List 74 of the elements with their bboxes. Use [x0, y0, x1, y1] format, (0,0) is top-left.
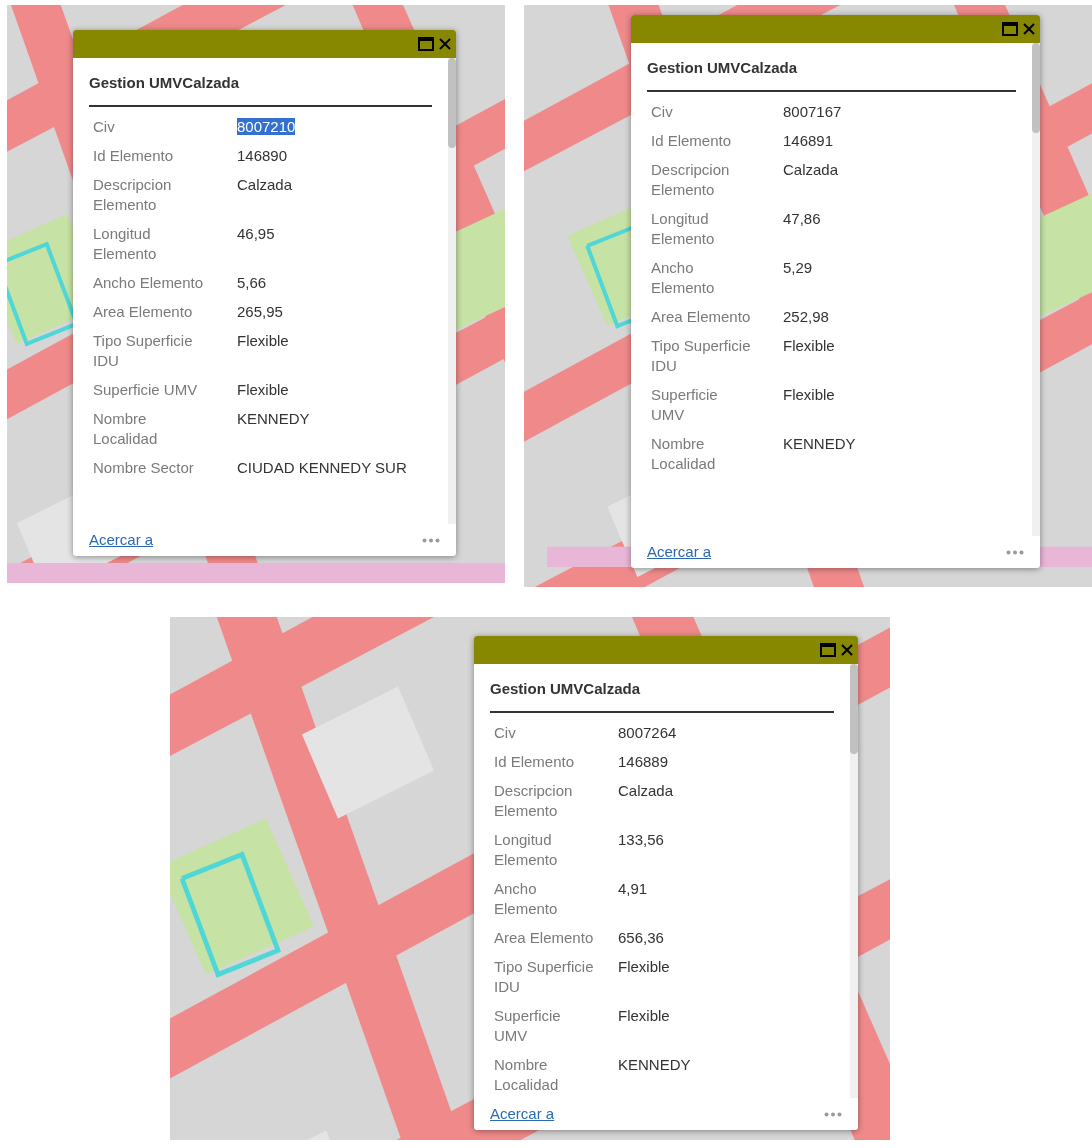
- more-icon[interactable]: [422, 537, 440, 543]
- field-value: CIUDAD KENNEDY SUR: [237, 458, 407, 476]
- field-label: Longitud Elemento: [93, 223, 158, 264]
- field-label: Nombre Localidad: [93, 408, 159, 449]
- field-value: KENNEDY: [783, 434, 856, 452]
- field-value: 5,66: [237, 273, 267, 291]
- zoom-to-link[interactable]: Acercar a: [89, 528, 154, 552]
- field-label: Longitud Elemento: [494, 829, 559, 870]
- field-value: 8007264: [618, 723, 677, 741]
- field-value: 656,36: [618, 928, 664, 946]
- scrollbar[interactable]: [850, 664, 858, 1098]
- zoom-to-link[interactable]: Acercar a: [490, 1102, 555, 1126]
- field-value: 8007210: [237, 117, 296, 135]
- more-icon[interactable]: [1006, 549, 1024, 555]
- close-icon[interactable]: [1022, 22, 1036, 36]
- maximize-icon[interactable]: [418, 37, 434, 51]
- popup-title: Gestion UMVCalzada: [89, 72, 432, 107]
- maximize-icon[interactable]: [820, 643, 836, 657]
- field-value: Calzada: [237, 175, 293, 193]
- scrollbar[interactable]: [448, 58, 456, 524]
- field-value: Calzada: [618, 781, 674, 799]
- field-value: Flexible: [618, 957, 670, 975]
- field-label: Ancho Elemento: [93, 272, 205, 293]
- field-value: Calzada: [783, 160, 839, 178]
- field-label: Superficie UMV: [651, 384, 719, 425]
- field-value: 8007167: [783, 102, 842, 120]
- more-icon[interactable]: [824, 1111, 842, 1117]
- field-value: KENNEDY: [618, 1055, 691, 1073]
- field-value: Flexible: [783, 336, 835, 354]
- field-label: Id Elemento: [494, 751, 576, 772]
- close-icon[interactable]: [438, 37, 452, 51]
- field-value: 252,98: [783, 307, 829, 325]
- field-value: Flexible: [237, 380, 289, 398]
- field-label: Tipo Superficie IDU: [93, 330, 194, 371]
- field-value: Flexible: [783, 385, 835, 403]
- field-value: Flexible: [237, 331, 289, 349]
- field-value: 5,29: [783, 258, 813, 276]
- field-label: Civ: [93, 116, 116, 137]
- field-label: Id Elemento: [651, 130, 733, 151]
- field-label: Superficie UMV: [93, 379, 199, 400]
- field-value: 146891: [783, 131, 834, 149]
- field-value: KENNEDY: [237, 409, 310, 427]
- field-value: 46,95: [237, 224, 275, 242]
- field-value: 265,95: [237, 302, 283, 320]
- field-label: Nombre Sector: [93, 457, 195, 478]
- field-label: Nombre Localidad: [651, 433, 717, 474]
- field-value: 4,91: [618, 879, 648, 897]
- field-value: 146889: [618, 752, 669, 770]
- field-label: Area Elemento: [651, 306, 752, 327]
- field-label: Tipo Superficie IDU: [651, 335, 752, 376]
- field-label: Nombre Localidad: [494, 1054, 560, 1095]
- field-label: Area Elemento: [93, 301, 194, 322]
- field-label: Civ: [494, 722, 517, 743]
- field-label: Civ: [651, 101, 674, 122]
- field-label: Ancho Elemento: [494, 878, 559, 919]
- field-label: Longitud Elemento: [651, 208, 716, 249]
- field-label: Descripcion Elemento: [93, 174, 173, 215]
- maximize-icon[interactable]: [1002, 22, 1018, 36]
- popup-title: Gestion UMVCalzada: [647, 57, 1016, 92]
- field-value: 47,86: [783, 209, 821, 227]
- field-label: Ancho Elemento: [651, 257, 716, 298]
- close-icon[interactable]: [840, 643, 854, 657]
- field-label: Descripcion Elemento: [651, 159, 731, 200]
- field-value: 133,56: [618, 830, 664, 848]
- field-label: Id Elemento: [93, 145, 175, 166]
- field-label: Superficie UMV: [494, 1005, 562, 1046]
- popup-title: Gestion UMVCalzada: [490, 678, 834, 713]
- field-label: Area Elemento: [494, 927, 595, 948]
- field-label: Descripcion Elemento: [494, 780, 574, 821]
- field-value: Flexible: [618, 1006, 670, 1024]
- scrollbar[interactable]: [1032, 43, 1040, 536]
- field-label: Tipo Superficie IDU: [494, 956, 595, 997]
- field-value: 146890: [237, 146, 288, 164]
- zoom-to-link[interactable]: Acercar a: [647, 540, 712, 564]
